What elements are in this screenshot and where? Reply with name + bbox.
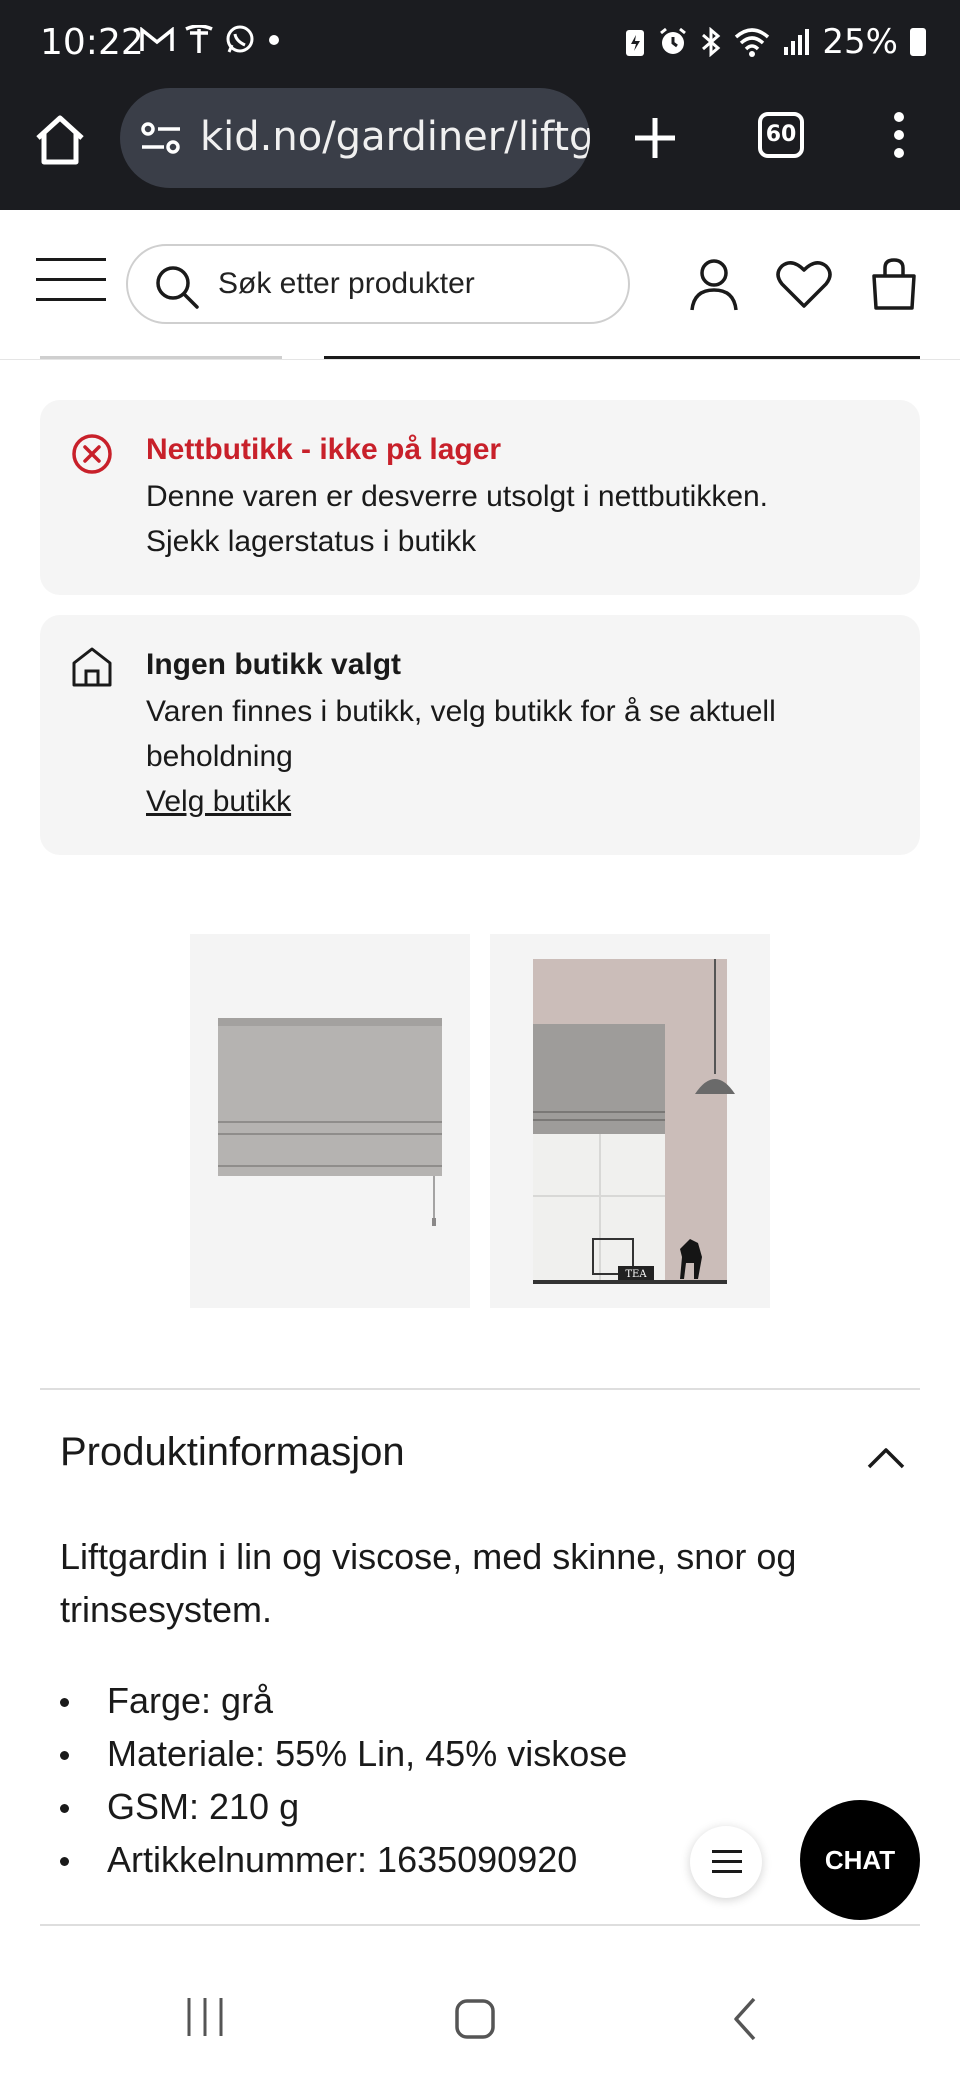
online-stock-text-2: Sjekk lagerstatus i butikk	[146, 525, 477, 558]
battery-icon	[910, 28, 926, 56]
bluetooth-icon	[702, 27, 721, 57]
select-store-link[interactable]: Velg butikk	[146, 785, 291, 819]
signal-icon	[784, 29, 810, 55]
store-title: Ingen butikk valgt	[146, 648, 402, 681]
wifi-icon	[735, 28, 770, 57]
heart-icon[interactable]	[774, 254, 834, 314]
chevron-up-icon[interactable]	[866, 1446, 906, 1470]
product-description: Liftgardin i lin og viscose, med skinne,…	[60, 1536, 797, 1630]
shopping-bag-icon[interactable]	[864, 254, 924, 314]
recent-apps-icon[interactable]	[185, 1996, 225, 2038]
product-specs-list: Farge: grå Materiale: 55% Lin, 45% visko…	[60, 1674, 627, 1886]
account-icon[interactable]	[684, 254, 744, 314]
search-icon	[156, 266, 199, 309]
error-circle-icon	[72, 434, 112, 474]
back-nav-icon[interactable]	[730, 1996, 760, 2042]
whatsapp-icon	[226, 25, 254, 53]
status-bar: 10:22 25%	[0, 0, 960, 88]
product-image-2[interactable]: TEA	[490, 934, 770, 1308]
gmail-icon	[140, 27, 174, 51]
spec-item-material: Materiale: 55% Lin, 45% viskose	[60, 1727, 627, 1780]
url-text: kid.no/gardiner/liftg	[200, 114, 590, 160]
product-image-1[interactable]	[190, 934, 470, 1308]
spec-item-gsm: GSM: 210 g	[60, 1780, 627, 1833]
system-nav-bar	[0, 1956, 960, 2080]
online-stock-text-1: Denne varen er desverre utsolgt i nettbu…	[146, 480, 769, 513]
tea-label: TEA	[625, 1269, 647, 1280]
browser-menu-icon[interactable]	[884, 108, 914, 168]
store-card: Ingen butikk valgt Varen finnes i butikk…	[40, 615, 920, 855]
battery-saver-icon	[626, 30, 645, 56]
spec-item-color: Farge: grå	[60, 1674, 627, 1727]
product-info-heading[interactable]: Produktinformasjon	[60, 1430, 405, 1475]
room-scene-image: TEA	[533, 959, 735, 1284]
store-house-icon	[72, 647, 112, 687]
tab-underline-active	[324, 356, 920, 359]
search-input[interactable]	[218, 264, 608, 304]
system-icons: 25%	[624, 22, 926, 62]
online-stock-title: Nettbutikk - ikke på lager	[146, 433, 502, 466]
notification-icons	[140, 24, 282, 56]
battery-percent: 25%	[822, 22, 898, 62]
tesla-icon	[185, 25, 213, 53]
dot-icon	[269, 35, 279, 45]
tab-switcher-button[interactable]: 60	[758, 112, 804, 158]
site-settings-icon[interactable]	[140, 120, 182, 156]
alarm-icon	[660, 27, 687, 54]
home-nav-icon[interactable]	[454, 1998, 496, 2040]
section-divider-bottom	[40, 1924, 920, 1926]
status-time: 10:22	[40, 22, 144, 63]
section-divider-top	[40, 1388, 920, 1390]
roman-blind-image	[218, 1018, 442, 1226]
search-box[interactable]	[126, 244, 630, 324]
floating-menu-button[interactable]	[690, 1826, 762, 1898]
home-icon[interactable]	[30, 110, 90, 170]
spec-item-article-number: Artikkelnummer: 1635090920	[60, 1833, 627, 1886]
new-tab-icon[interactable]	[630, 108, 680, 168]
tab-underline-inactive	[40, 356, 282, 359]
url-bar[interactable]: kid.no/gardiner/liftg	[120, 88, 590, 188]
chat-button[interactable]: CHAT	[800, 1800, 920, 1920]
site-header	[0, 210, 960, 360]
menu-icon[interactable]	[36, 258, 106, 308]
browser-toolbar: kid.no/gardiner/liftg 60	[0, 88, 960, 210]
online-stock-card: Nettbutikk - ikke på lager Denne varen e…	[40, 400, 920, 595]
store-text: Varen finnes i butikk, velg butikk for å…	[146, 695, 776, 773]
